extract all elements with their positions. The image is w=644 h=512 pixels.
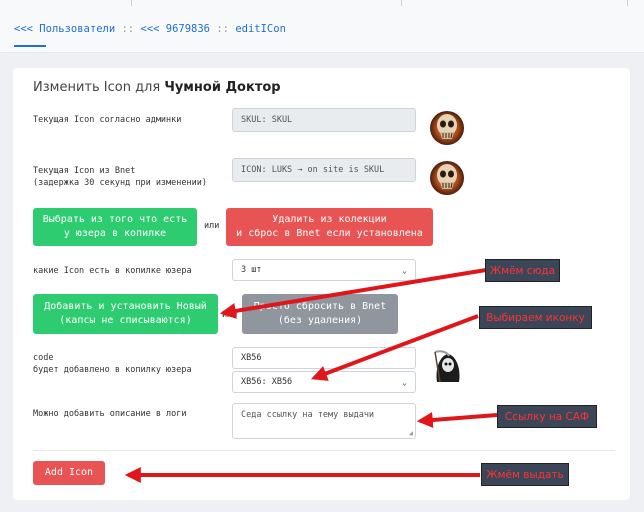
arrow-to-description — [416, 412, 498, 428]
annotation-saf-link: Ссылку на САФ — [497, 405, 597, 428]
annotation-choose-icon: Выбираем иконку — [479, 306, 592, 329]
annotation-arrows — [124, 268, 498, 483]
annotation-click-submit: Жмём выдать — [481, 463, 569, 486]
annotation-click-here: Жмём сюда — [485, 259, 560, 282]
arrow-to-code-select — [311, 314, 479, 381]
arrow-to-add-button — [219, 268, 487, 319]
